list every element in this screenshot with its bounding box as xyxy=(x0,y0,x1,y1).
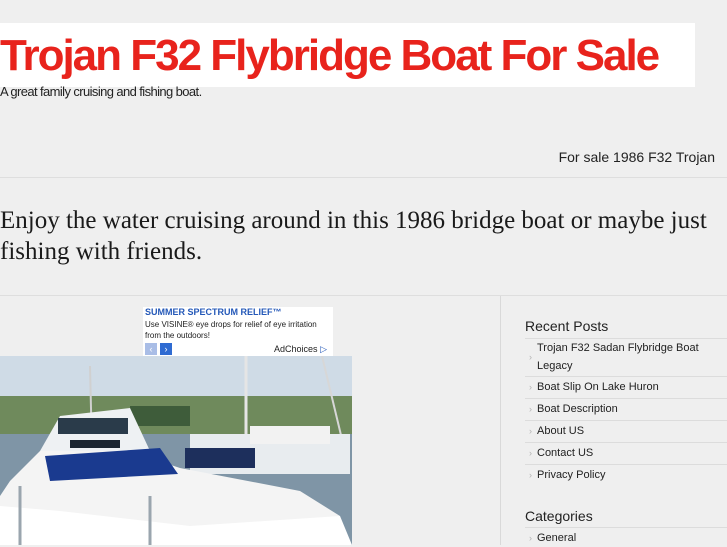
bullet-icon: › xyxy=(529,533,532,543)
recent-post-item[interactable]: › About US xyxy=(525,422,727,440)
recent-post-link[interactable]: Boat Description xyxy=(537,400,717,418)
bullet-icon: › xyxy=(529,352,532,362)
bullet-icon: › xyxy=(529,448,532,458)
recent-post-link[interactable]: About US xyxy=(537,422,717,440)
recent-post-link[interactable]: Boat Slip On Lake Huron xyxy=(537,378,717,396)
ad-title[interactable]: SUMMER SPECTRUM RELIEF™ xyxy=(145,307,282,317)
sidebar-line xyxy=(525,464,727,465)
chevron-right-icon[interactable]: › xyxy=(160,343,172,355)
bullet-icon: › xyxy=(529,404,532,414)
recent-posts-heading: Recent Posts xyxy=(525,318,609,334)
recent-post-item[interactable]: › Boat Slip On Lake Huron xyxy=(525,378,727,396)
sidebar-line xyxy=(525,420,727,421)
divider xyxy=(0,295,727,296)
categories-heading: Categories xyxy=(525,508,593,524)
sidebar-divider xyxy=(500,296,501,545)
ad-choices-label[interactable]: AdChoices xyxy=(274,344,318,354)
boat-photo xyxy=(0,356,352,545)
nav-link-for-sale[interactable]: For sale 1986 F32 Trojan xyxy=(559,149,715,165)
sidebar-line xyxy=(525,527,727,528)
bullet-icon: › xyxy=(529,470,532,480)
recent-post-item[interactable]: › Trojan F32 Sadan Flybridge Boat Legacy xyxy=(525,339,727,375)
ad-choices-link[interactable]: AdChoices ▷ xyxy=(274,344,327,355)
chevron-left-icon[interactable]: ‹ xyxy=(145,343,157,355)
ad-banner[interactable]: SUMMER SPECTRUM RELIEF™ Use VISINE® eye … xyxy=(143,307,333,357)
category-link[interactable]: General xyxy=(537,529,717,547)
ad-choices-icon: ▷ xyxy=(320,344,327,354)
recent-post-item[interactable]: › Boat Description xyxy=(525,400,727,418)
sidebar-line xyxy=(525,398,727,399)
bullet-icon: › xyxy=(529,382,532,392)
recent-post-item[interactable]: › Privacy Policy xyxy=(525,466,727,484)
sidebar-line xyxy=(525,442,727,443)
site-title[interactable]: Trojan F32 Flybridge Boat For Sale xyxy=(0,30,660,82)
recent-post-link[interactable]: Contact US xyxy=(537,444,717,462)
divider xyxy=(0,177,727,178)
bullet-icon: › xyxy=(529,426,532,436)
recent-post-item[interactable]: › Contact US xyxy=(525,444,727,462)
recent-post-link[interactable]: Trojan F32 Sadan Flybridge Boat Legacy xyxy=(537,339,717,375)
post-headline: Enjoy the water cruising around in this … xyxy=(0,207,707,265)
boat-photo-illustration xyxy=(0,356,352,545)
sidebar-line xyxy=(525,376,727,377)
site-tagline: A great family cruising and fishing boat… xyxy=(0,84,202,99)
recent-post-link[interactable]: Privacy Policy xyxy=(537,466,717,484)
ad-text[interactable]: Use VISINE® eye drops for relief of eye … xyxy=(145,319,330,341)
category-item[interactable]: › General xyxy=(525,529,727,547)
